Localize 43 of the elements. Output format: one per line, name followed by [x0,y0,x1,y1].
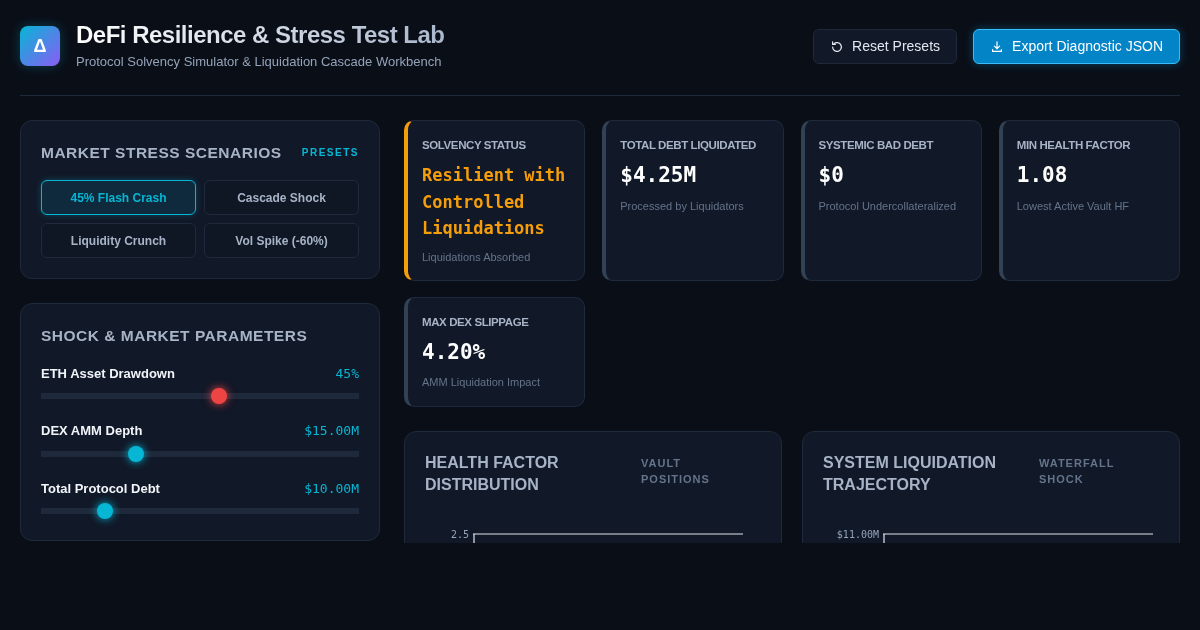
panel-tag: PRESETS [301,145,359,161]
slider-label: ETH Asset Drawdown [41,364,175,383]
metric-value: 4.20% [422,339,487,367]
metric-label: MIN HEALTH FACTOR [1016,138,1132,153]
chart-tag: VAULT POSITIONS [641,455,731,488]
slider-thumb[interactable] [96,503,113,519]
preset-button[interactable]: Liquidity Crunch [41,223,196,259]
slider-thumb[interactable] [211,388,228,404]
metric-value: 1.08 [1016,162,1069,190]
export-button[interactable]: Export Diagnostic JSON [973,29,1180,64]
metric-note: Liquidations Absorbed [422,250,532,266]
metric-note: AMM Liquidation Impact [422,375,541,391]
metric-label: TOTAL DEBT LIQUIDATED [620,138,758,153]
page-subtitle: Protocol Solvency Simulator & Liquidation Cascade Workbench [76,52,443,71]
metric-note: Lowest Active Vault HF [1016,198,1131,214]
panel-title: SHOCK & MARKET PARAMETERS [41,326,309,347]
metric-value: $0 [818,162,845,190]
axis-tick-label: $11.00M [835,527,879,542]
panel-title: MARKET STRESS SCENARIOS [41,143,282,163]
chart-title: HEALTH FACTOR DISTRIBUTION [425,452,560,496]
preset-button[interactable]: Vol Spike (-60%) [204,223,359,259]
download-icon [990,39,1005,54]
metric-value: $4.25M [620,162,698,190]
preset-button[interactable]: Cascade Shock [204,180,359,216]
metric-note: Processed by Liquidators [620,198,745,214]
metric-value: Resilient with Controlled Liquidations [422,164,567,240]
chart-tag: WATERFALL SHOCK [1039,455,1129,488]
metric-note: Protocol Undercollateralized [818,198,958,214]
slider-value: $10.00M [304,479,359,498]
slider-value: 45% [335,364,359,383]
reset-icon [830,39,845,54]
metric-label: SYSTEMIC BAD DEBT [818,138,935,153]
slider-value: $15.00M [304,422,359,440]
metric-label: MAX DEX SLIPPAGE [422,314,530,330]
metric-label: SOLVENCY STATUS [422,138,527,153]
reset-button[interactable]: Reset Presets [813,29,958,64]
slider-label: DEX AMM Depth [41,422,143,440]
axis-tick-label: 2.5 [449,527,469,542]
slider-thumb[interactable] [128,445,145,462]
app-logo: Δ [20,26,60,67]
slider-label: Total Protocol Debt [41,479,160,498]
preset-button[interactable]: 45% Flash Crash [41,180,196,216]
chart-title: SYSTEM LIQUIDATION TRAJECTORY [823,452,998,496]
